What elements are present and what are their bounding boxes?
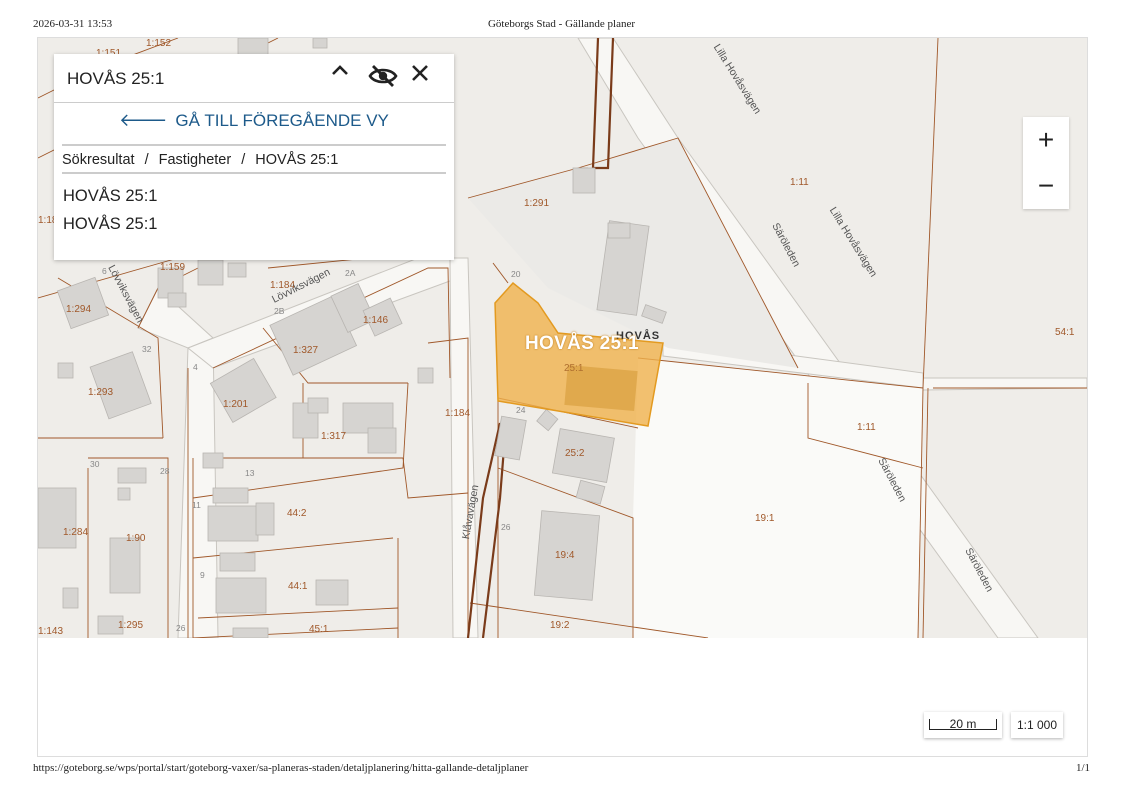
- address-number: 26: [501, 522, 511, 532]
- parcel-label: 25:2: [565, 448, 585, 459]
- back-link-label: GÅ TILL FÖREGÅENDE VY: [175, 111, 389, 130]
- chevron-up-icon[interactable]: [331, 64, 359, 92]
- parcel-label: 1:11: [857, 422, 876, 433]
- panel-header: HOVÅS 25:1: [54, 54, 454, 103]
- parcel-label: 45:1: [309, 624, 329, 635]
- print-footer: https://goteborg.se/wps/portal/start/got…: [0, 762, 1123, 778]
- parcel-label: 19:1: [755, 513, 775, 524]
- parcel-label: 19:2: [550, 620, 570, 631]
- zoom-in-button[interactable]: +: [1023, 117, 1069, 163]
- breadcrumb-item[interactable]: Sökresultat: [62, 152, 135, 168]
- breadcrumb-separator: /: [144, 152, 149, 168]
- print-frame: 1:151 1:152 1:18 1:159 1:294 1:184 1:146…: [37, 37, 1088, 757]
- divider: [62, 144, 446, 146]
- divider: [62, 172, 446, 174]
- breadcrumb-item[interactable]: Fastigheter: [159, 152, 232, 168]
- address-number: 26: [176, 623, 186, 633]
- parcel-label: 1:152: [146, 38, 172, 49]
- result-item[interactable]: HOVÅS 25:1: [63, 187, 157, 206]
- close-icon[interactable]: [411, 64, 439, 92]
- scale-ratio: 1:1 000: [1011, 712, 1063, 738]
- result-item[interactable]: HOVÅS 25:1: [63, 215, 157, 234]
- address-number: 20: [511, 269, 521, 279]
- address-number: 2A: [345, 268, 356, 278]
- parcel-label: 19:4: [555, 550, 575, 561]
- zoom-controls: + −: [1023, 117, 1069, 209]
- parcel-label: 1:159: [160, 262, 186, 273]
- breadcrumb-item: HOVÅS 25:1: [255, 152, 339, 168]
- address-number: 9: [200, 570, 205, 580]
- address-number: 24: [516, 405, 526, 415]
- parcel-label: 1:11: [790, 177, 809, 188]
- parcel-label: 1:184: [445, 408, 471, 419]
- address-number: 4: [193, 362, 198, 372]
- map-view[interactable]: 1:151 1:152 1:18 1:159 1:294 1:184 1:146…: [38, 38, 1087, 638]
- parcel-label: 1:317: [321, 431, 347, 442]
- address-number: 28: [160, 466, 170, 476]
- breadcrumb-separator: /: [241, 152, 246, 168]
- print-header: 2026-03-31 13:53 Göteborgs Stad - Gällan…: [0, 18, 1123, 34]
- parcel-label: 1:295: [118, 620, 144, 631]
- parcel-label: 1:294: [66, 304, 92, 315]
- arrow-left-icon: 🡐: [119, 110, 168, 130]
- parcel-label: 1:146: [363, 315, 389, 326]
- scale-bar-label: 20 m: [949, 717, 977, 731]
- breadcrumb: Sökresultat / Fastigheter / HOVÅS 25:1: [62, 152, 338, 168]
- parcel-label: 1:201: [223, 399, 249, 410]
- scale-bar: 20 m: [924, 712, 1002, 738]
- parcel-label: 25:1: [564, 363, 584, 374]
- highlighted-property-label: HOVÅS 25:1: [525, 333, 639, 354]
- panel-title: HOVÅS 25:1: [67, 69, 165, 88]
- zoom-out-button[interactable]: −: [1023, 163, 1069, 209]
- address-number: 13: [245, 468, 255, 478]
- parcel-label: 44:2: [287, 508, 307, 519]
- parcel-label: 1:284: [63, 527, 89, 538]
- print-page-number: 1/1: [1075, 762, 1090, 774]
- parcel-label: 1:293: [88, 387, 114, 398]
- address-number: 30: [90, 459, 100, 469]
- address-number: 11: [192, 500, 201, 510]
- eye-off-icon[interactable]: [368, 64, 400, 92]
- parcel-label: 44:1: [288, 581, 308, 592]
- print-title: Göteborgs Stad - Gällande planer: [487, 18, 636, 30]
- parcel-label: 1:291: [524, 198, 550, 209]
- parcel-label: 1:143: [38, 626, 64, 637]
- parcel-label: 1:327: [293, 345, 319, 356]
- address-number: 2B: [274, 306, 285, 316]
- parcel-label: 1:90: [126, 533, 146, 544]
- search-result-panel: HOVÅS 25:1 🡐 GÅ TILL FÖREGÅENDE VY Sökre…: [54, 54, 454, 260]
- address-number: 32: [142, 344, 152, 354]
- back-to-previous-view-link[interactable]: 🡐 GÅ TILL FÖREGÅENDE VY: [54, 110, 454, 131]
- parcel-label: 54:1: [1055, 327, 1075, 338]
- print-url: https://goteborg.se/wps/portal/start/got…: [33, 762, 529, 774]
